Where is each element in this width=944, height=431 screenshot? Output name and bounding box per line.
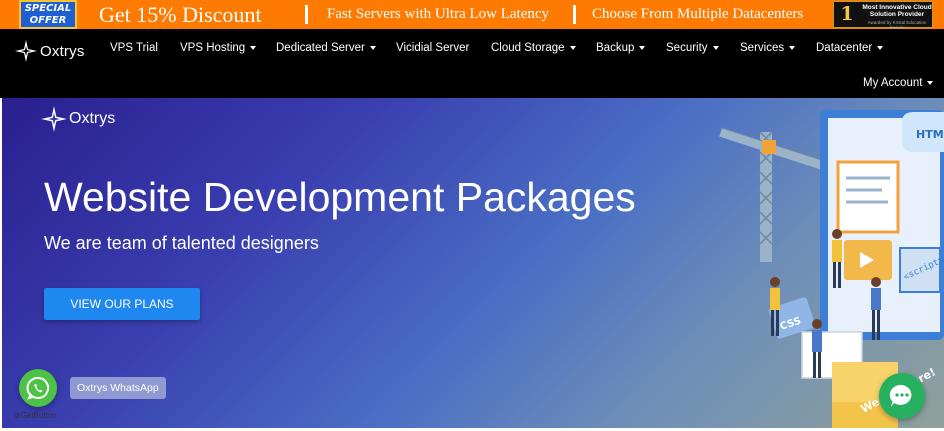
nav-label: Backup xyxy=(596,42,635,54)
site-logo[interactable]: Oxtrys xyxy=(14,38,85,64)
promo-separator xyxy=(305,5,308,24)
caret-down-icon xyxy=(639,45,646,50)
logo-text: Oxtrys xyxy=(40,42,85,60)
promo-discount-text: Get 15% Discount xyxy=(99,2,262,27)
oxtrys-logo-icon xyxy=(15,40,37,62)
nav-vps-hosting[interactable]: VPS Hosting xyxy=(180,42,257,54)
live-chat-button[interactable] xyxy=(879,373,925,419)
hero-logo-text: Oxtrys xyxy=(69,110,116,127)
nav-label: My Account xyxy=(863,77,923,89)
nav-my-account[interactable]: My Account xyxy=(863,77,934,89)
oxtrys-logo-icon xyxy=(41,106,67,132)
whatsapp-icon xyxy=(26,376,50,400)
nav-backup[interactable]: Backup xyxy=(596,42,646,54)
getbutton-icon: ⊘ xyxy=(14,411,21,420)
whatsapp-label[interactable]: Oxtrys WhatsApp xyxy=(70,377,166,399)
nav-dedicated-server[interactable]: Dedicated Server xyxy=(276,42,376,54)
caret-down-icon xyxy=(712,45,719,50)
special-offer-line1: SPECIAL xyxy=(24,3,72,14)
nav-vicidial-server[interactable]: Vicidial Server xyxy=(396,42,469,54)
chat-bubble-icon xyxy=(889,384,912,407)
caret-down-icon xyxy=(789,45,796,50)
nav-label: Security xyxy=(666,42,708,54)
nav-label: VPS Trial xyxy=(110,42,158,54)
award-by: Awarded by Kristal Education Society xyxy=(867,20,927,29)
hero-subtitle: We are team of talented designers xyxy=(44,233,319,253)
hero-title: Website Development Packages xyxy=(44,174,636,220)
main-nav: Oxtrys VPS Trial VPS Hosting Dedicated S… xyxy=(0,29,944,98)
special-offer-line2: OFFER xyxy=(29,15,67,26)
nav-services[interactable]: Services xyxy=(740,42,796,54)
nav-label: Datacenter xyxy=(816,42,873,54)
whatsapp-button[interactable] xyxy=(19,369,57,407)
nav-vps-trial[interactable]: VPS Trial xyxy=(110,42,158,54)
nav-label: Cloud Storage xyxy=(491,42,565,54)
nav-cloud-storage[interactable]: Cloud Storage xyxy=(491,42,576,54)
award-title: Most Innovative Cloud Solution Provider xyxy=(862,4,932,18)
hero-logo: Oxtrys xyxy=(40,104,115,134)
award-badge: 1 Most Innovative Cloud Solution Provide… xyxy=(833,1,933,29)
getbutton-text: GetButton xyxy=(20,411,57,420)
caret-down-icon xyxy=(569,45,576,50)
html-sign-label: HTM xyxy=(916,128,944,141)
view-plans-button[interactable]: VIEW OUR PLANS xyxy=(44,288,200,320)
monitor-icon: <script> HTM xyxy=(820,110,944,340)
promo-separator xyxy=(573,5,576,24)
award-number: 1 xyxy=(840,3,854,25)
caret-down-icon xyxy=(250,45,257,50)
nav-security[interactable]: Security xyxy=(666,42,719,54)
nav-label: Services xyxy=(740,42,785,54)
caret-down-icon xyxy=(927,80,934,85)
promo-banner[interactable]: SPECIAL OFFER Get 15% Discount Fast Serv… xyxy=(0,0,944,29)
promo-datacenters-text: Choose From Multiple Datacenters xyxy=(592,6,804,22)
caret-down-icon xyxy=(369,45,376,50)
promo-fast-servers-text: Fast Servers with Ultra Low Latency xyxy=(327,6,550,22)
nav-label: Dedicated Server xyxy=(276,42,365,54)
caret-down-icon xyxy=(877,45,884,50)
nav-label: VPS Hosting xyxy=(180,42,246,54)
nav-datacenter[interactable]: Datacenter xyxy=(816,42,884,54)
special-offer-badge: SPECIAL OFFER xyxy=(19,0,77,29)
nav-label: Vicidial Server xyxy=(396,42,470,54)
getbutton-credit[interactable]: ⊘GetButton xyxy=(14,411,57,420)
